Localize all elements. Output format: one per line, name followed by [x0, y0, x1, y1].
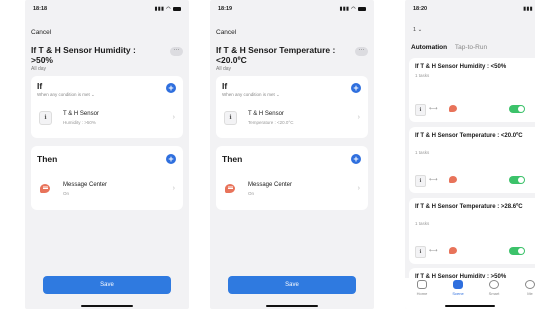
more-options-button[interactable]: ··· [355, 47, 368, 56]
add-action-button[interactable]: + [351, 154, 361, 164]
add-condition-button[interactable]: + [166, 83, 176, 93]
chevron-right-icon: › [172, 185, 175, 192]
chevron-right-icon: › [172, 114, 175, 121]
condition-item[interactable]: ℹ T & H Sensor Humidity : >50% › [37, 105, 177, 131]
scene-edit-screen-humidity: 18:18 ▮▮▮ ◠ Cancel If T & H Sensor Humid… [25, 0, 189, 309]
automation-task-count: 1 tasks [415, 150, 430, 155]
chevron-right-icon: › [357, 185, 360, 192]
smart-icon [489, 280, 499, 289]
message-center-icon [449, 105, 457, 112]
nav-scene[interactable]: Scene [445, 280, 471, 296]
automation-title: If T & H Sensor Humidity : <50% [415, 64, 507, 70]
sensor-icon: ℹ [415, 175, 426, 187]
enable-toggle[interactable] [509, 247, 525, 255]
message-center-icon [449, 247, 457, 254]
scene-edit-screen-temperature: 18:19 ▮▮▮ ◠ Cancel If T & H Sensor Tempe… [210, 0, 374, 309]
automation-card[interactable]: If T & H Sensor Temperature : <20.0ºC 1 … [409, 127, 535, 193]
signal-icon: ▮▮▮ [523, 6, 533, 12]
signal-wifi-battery-icon: ▮▮▮ ◠ [340, 6, 366, 12]
condition-selector[interactable]: When any condition is met ⌄ [222, 92, 280, 98]
nav-me[interactable]: Me [517, 280, 535, 296]
action-name: Message Center [248, 182, 293, 188]
scene-tabs: Automation Tap-to-Run [411, 44, 487, 51]
sensor-icon: ℹ [224, 111, 237, 125]
then-heading: Then [37, 154, 58, 164]
if-card: If When any condition is met ⌄ + ℹ T & H… [31, 76, 183, 138]
arrow-icon: ⟷ [429, 248, 438, 254]
save-button[interactable]: Save [228, 276, 356, 294]
sensor-icon: ℹ [39, 111, 52, 125]
automation-title: If T & H Sensor Temperature : >28.6ºC [415, 204, 523, 210]
enable-toggle[interactable] [509, 105, 525, 113]
automation-task-count: 1 tasks [415, 73, 430, 78]
status-bar: 18:18 ▮▮▮ ◠ [33, 6, 181, 16]
signal-wifi-battery-icon: ▮▮▮ ◠ [155, 6, 181, 12]
status-time: 18:20 [413, 6, 428, 12]
if-card: If When any condition is met ⌄ + ℹ T & H… [216, 76, 368, 138]
cancel-button[interactable]: Cancel [216, 29, 236, 36]
add-action-button[interactable]: + [166, 154, 176, 164]
status-bar: 18:19 ▮▮▮ ◠ [218, 6, 366, 16]
automation-card[interactable]: If T & H Sensor Temperature : >28.6ºC 1 … [409, 198, 535, 264]
home-indicator [266, 305, 318, 307]
condition-device: T & H Sensor [63, 111, 99, 117]
then-card: Then + Message Center On › [216, 146, 368, 210]
condition-selector[interactable]: When any condition is met ⌄ [37, 92, 95, 98]
profile-icon [525, 280, 535, 289]
scene-title: If T & H Sensor Temperature : <20.0ºC [216, 45, 336, 65]
more-options-button[interactable]: ··· [170, 47, 183, 56]
condition-item[interactable]: ℹ T & H Sensor Temperature : <20.0°C › [222, 105, 362, 131]
home-icon [417, 280, 427, 289]
save-button[interactable]: Save [43, 276, 171, 294]
enable-toggle[interactable] [509, 176, 525, 184]
message-center-icon [449, 176, 457, 183]
scene-icon [453, 280, 463, 289]
action-value: On [248, 191, 255, 196]
automation-list-screen: 18:20 ▮▮▮ 1 ⌄ Automation Tap-to-Run If T… [405, 0, 535, 309]
chevron-right-icon: › [357, 114, 360, 121]
scene-schedule: All day [216, 66, 232, 72]
status-bar: 18:20 ▮▮▮ [413, 6, 533, 16]
tab-automation[interactable]: Automation [411, 44, 447, 51]
action-item[interactable]: Message Center On › [37, 176, 177, 202]
nav-home[interactable]: Home [409, 280, 435, 296]
automation-card[interactable]: If T & H Sensor Humidity : <50% 1 tasks … [409, 58, 535, 122]
scene-schedule: All day [31, 66, 47, 72]
automation-task-count: 1 tasks [415, 221, 430, 226]
message-center-icon [40, 184, 50, 193]
if-heading: If [222, 81, 228, 91]
cancel-button[interactable]: Cancel [31, 29, 51, 36]
action-name: Message Center [63, 182, 108, 188]
status-time: 18:18 [33, 6, 48, 12]
condition-device: T & H Sensor [248, 111, 284, 117]
automation-title: If T & H Sensor Temperature : <20.0ºC [415, 133, 523, 139]
home-indicator [81, 305, 133, 307]
status-time: 18:19 [218, 6, 233, 12]
add-condition-button[interactable]: + [351, 83, 361, 93]
sensor-icon: ℹ [415, 246, 426, 258]
arrow-icon: ⟷ [429, 177, 438, 183]
home-selector[interactable]: 1 ⌄ [413, 27, 422, 33]
then-heading: Then [222, 154, 243, 164]
message-center-icon [225, 184, 235, 193]
arrow-icon: ⟷ [429, 106, 438, 112]
condition-value: Humidity : >50% [63, 120, 96, 125]
condition-value: Temperature : <20.0°C [248, 120, 294, 125]
action-item[interactable]: Message Center On › [222, 176, 362, 202]
nav-smart[interactable]: Smart [481, 280, 507, 296]
scene-title: If T & H Sensor Humidity : >50% [31, 45, 136, 65]
home-indicator [445, 305, 495, 307]
tab-tap-to-run[interactable]: Tap-to-Run [455, 44, 487, 51]
action-value: On [63, 191, 70, 196]
if-heading: If [37, 81, 43, 91]
then-card: Then + Message Center On › [31, 146, 183, 210]
sensor-icon: ℹ [415, 104, 426, 116]
